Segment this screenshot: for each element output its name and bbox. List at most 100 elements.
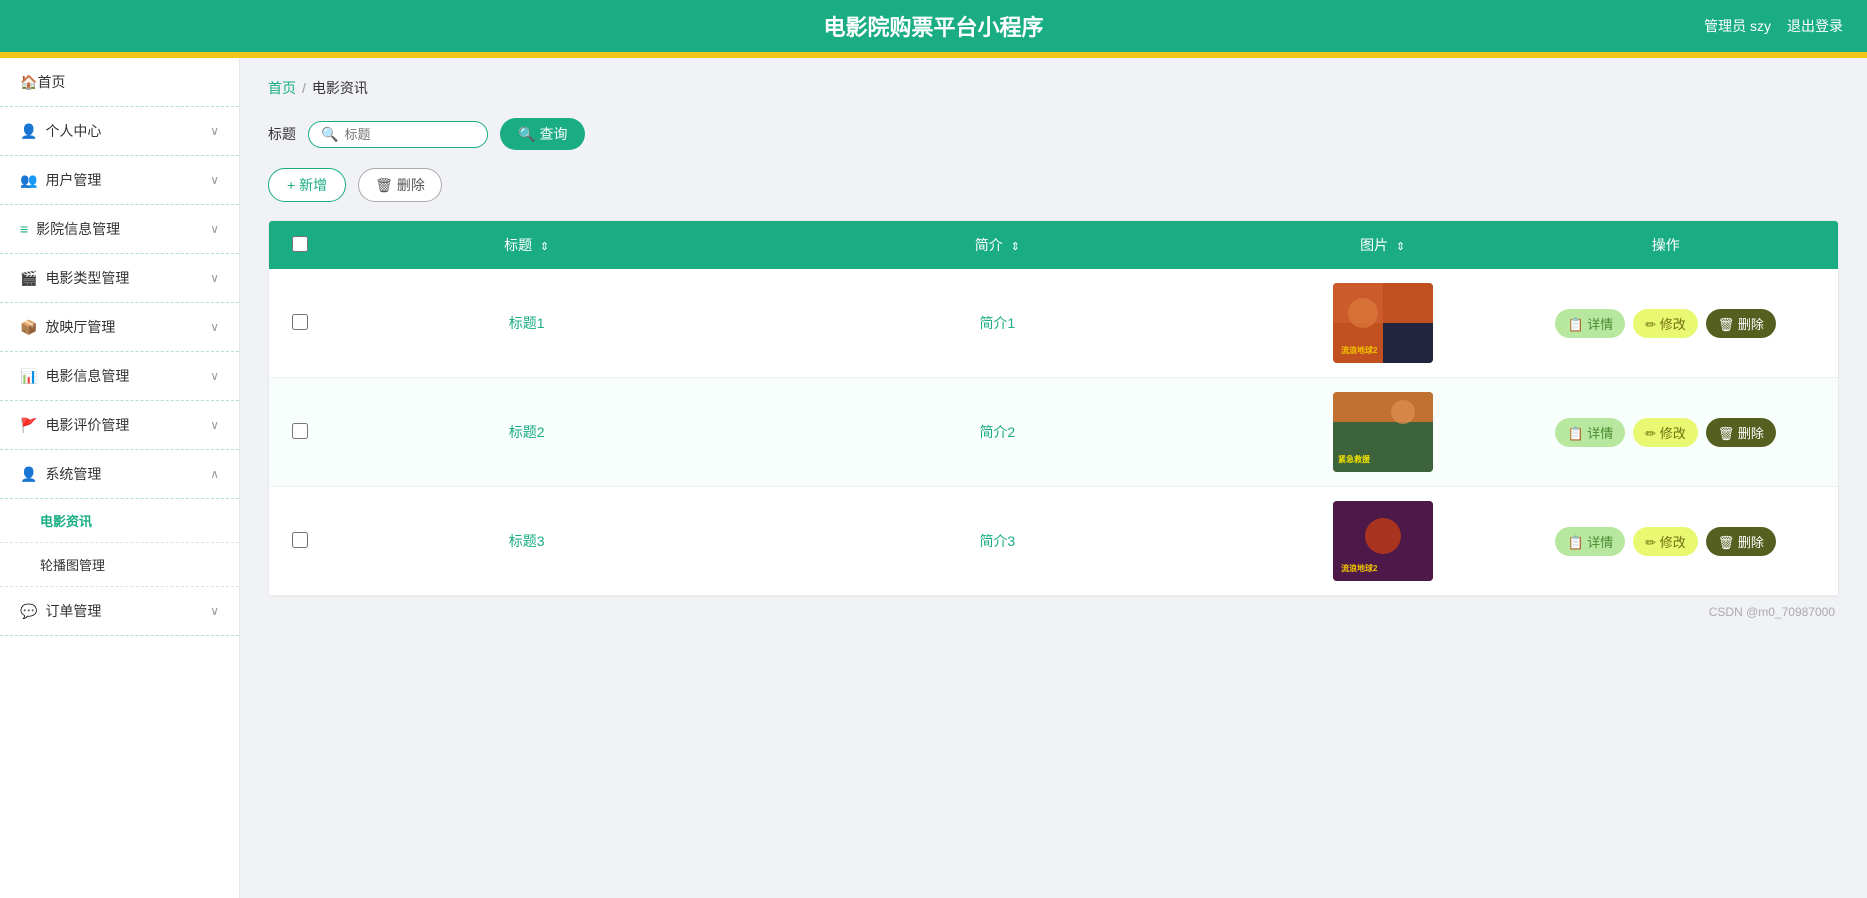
- sidebar-sys-label: 系统管理: [45, 464, 101, 484]
- sort-title-icon[interactable]: ⇕: [540, 241, 549, 253]
- row-checkbox-cell: [269, 487, 331, 596]
- row-title[interactable]: 标题3: [331, 487, 723, 596]
- svg-text:流浪地球2: 流浪地球2: [1341, 345, 1378, 355]
- breadcrumb-home[interactable]: 首页: [268, 78, 296, 98]
- row-actions: 📋 详情 ✏ 修改 🗑 删除: [1503, 418, 1828, 447]
- search-bar: 标题 🔍 🔍 查询: [268, 118, 1839, 150]
- delete-button[interactable]: 🗑 删除: [1706, 309, 1776, 338]
- sidebar-movie-type-label: 电影类型管理: [45, 268, 129, 288]
- th-title-label: 标题: [504, 237, 532, 253]
- row-img-cell: 紧急救援: [1272, 378, 1494, 487]
- sidebar: 🏠 首页 👤 个人中心 ∨ 👥 用户管理 ∨ ≡ 影院信息管理 ∨: [0, 58, 240, 898]
- cinema-icon: ≡: [20, 221, 28, 237]
- chevron-down-icon-2: ∨: [210, 173, 219, 187]
- sidebar-item-order-mgmt[interactable]: 💬 订单管理 ∨: [0, 587, 239, 636]
- sidebar-item-cinema-mgmt[interactable]: ≡ 影院信息管理 ∨: [0, 205, 239, 254]
- row-title[interactable]: 标题2: [331, 378, 723, 487]
- chevron-down-icon-4: ∨: [210, 271, 219, 285]
- detail-button[interactable]: 📋 详情: [1555, 309, 1625, 338]
- main-content: 首页 / 电影资讯 标题 🔍 🔍 查询 + 新增 🗑 删除: [240, 58, 1867, 898]
- batch-delete-label: 删除: [397, 175, 425, 195]
- row-img-cell: 流浪地球2: [1272, 487, 1494, 596]
- row-checkbox-cell: [269, 378, 331, 487]
- delete-button[interactable]: 🗑 删除: [1706, 418, 1776, 447]
- movie-info-icon: 📊: [20, 368, 37, 385]
- detail-icon: 📋: [1567, 317, 1583, 332]
- app-title: 电影院购票平台小程序: [823, 10, 1043, 42]
- del-icon: 🗑: [1718, 317, 1735, 332]
- search-icon: 🔍: [321, 126, 338, 143]
- search-input-wrap: 🔍: [308, 121, 488, 148]
- personal-icon: 👤: [20, 123, 37, 140]
- chevron-down-icon-5: ∨: [210, 320, 219, 334]
- detail-button[interactable]: 📋 详情: [1555, 527, 1625, 556]
- banner-mgmt-label: 轮播图管理: [40, 558, 105, 573]
- sidebar-cinema-label: 影院信息管理: [36, 219, 120, 239]
- add-button[interactable]: + 新增: [268, 168, 346, 202]
- search-btn-label: 查询: [539, 124, 567, 144]
- sidebar-movie-info-label: 电影信息管理: [45, 366, 129, 386]
- delete-button[interactable]: 🗑 删除: [1706, 527, 1776, 556]
- sidebar-sub-movie-news[interactable]: 电影资讯: [0, 499, 239, 543]
- table-row: 标题2 简介2 紧急救援: [269, 378, 1838, 487]
- row-checkbox[interactable]: [292, 423, 308, 439]
- sidebar-item-movie-review[interactable]: 🚩 电影评价管理 ∨: [0, 401, 239, 450]
- breadcrumb: 首页 / 电影资讯: [268, 78, 1839, 98]
- chevron-down-icon-3: ∨: [210, 222, 219, 236]
- sidebar-item-movie-type[interactable]: 🎬 电影类型管理 ∨: [0, 254, 239, 303]
- row-thumbnail: 紧急救援: [1333, 392, 1433, 472]
- sidebar-item-user-mgmt[interactable]: 👥 用户管理 ∨: [0, 156, 239, 205]
- sidebar-item-movie-info[interactable]: 📊 电影信息管理 ∨: [0, 352, 239, 401]
- sidebar-review-label: 电影评价管理: [45, 415, 129, 435]
- sidebar-item-home[interactable]: 🏠 首页: [0, 58, 239, 107]
- sidebar-item-personal[interactable]: 👤 个人中心 ∨: [0, 107, 239, 156]
- search-input[interactable]: [344, 127, 454, 142]
- edit-button[interactable]: ✏ 修改: [1633, 527, 1698, 556]
- sidebar-home-label: 首页: [37, 72, 65, 92]
- order-icon: 💬: [20, 603, 37, 620]
- th-desc-label: 简介: [975, 237, 1003, 253]
- sidebar-order-label: 订单管理: [45, 601, 101, 621]
- row-actions: 📋 详情 ✏ 修改 🗑 删除: [1503, 527, 1828, 556]
- chevron-down-icon-6: ∨: [210, 369, 219, 383]
- sidebar-item-hall-mgmt[interactable]: 📦 放映厅管理 ∨: [0, 303, 239, 352]
- detail-button[interactable]: 📋 详情: [1555, 418, 1625, 447]
- chevron-down-icon-8: ∨: [210, 604, 219, 618]
- logout-button[interactable]: 退出登录: [1787, 16, 1843, 36]
- sidebar-user-mgmt-label: 用户管理: [45, 170, 101, 190]
- users-icon: 👥: [20, 172, 37, 189]
- th-img: 图片 ⇕: [1272, 221, 1494, 269]
- row-checkbox[interactable]: [292, 532, 308, 548]
- chevron-down-icon-7: ∨: [210, 418, 219, 432]
- movie-type-icon: 🎬: [20, 270, 37, 287]
- sidebar-item-sys-mgmt[interactable]: 👤 系统管理 ∧: [0, 450, 239, 499]
- batch-delete-button[interactable]: 🗑 删除: [358, 168, 442, 202]
- th-checkbox[interactable]: [269, 221, 331, 269]
- row-title[interactable]: 标题1: [331, 269, 723, 378]
- search-button[interactable]: 🔍 查询: [500, 118, 585, 150]
- breadcrumb-sep: /: [302, 80, 306, 96]
- edit-button[interactable]: ✏ 修改: [1633, 309, 1698, 338]
- row-thumbnail: 流浪地球2: [1333, 283, 1433, 363]
- sort-desc-icon[interactable]: ⇕: [1011, 241, 1020, 253]
- svg-text:流浪地球2: 流浪地球2: [1341, 563, 1378, 573]
- sidebar-hall-label: 放映厅管理: [45, 317, 115, 337]
- admin-label: 管理员 szy: [1704, 16, 1771, 36]
- chevron-down-icon: ∨: [210, 124, 219, 138]
- del-icon: 🗑: [1718, 535, 1735, 550]
- sort-img-icon[interactable]: ⇕: [1396, 241, 1405, 253]
- search-label: 标题: [268, 124, 296, 144]
- row-actions: 📋 详情 ✏ 修改 🗑 删除: [1503, 309, 1828, 338]
- hall-icon: 📦: [20, 319, 37, 336]
- sidebar-sub-banner-mgmt[interactable]: 轮播图管理: [0, 543, 239, 587]
- detail-icon: 📋: [1567, 535, 1583, 550]
- del-icon: 🗑: [1718, 426, 1735, 441]
- edit-button[interactable]: ✏ 修改: [1633, 418, 1698, 447]
- table-row: 标题1 简介1 流浪地球2: [269, 269, 1838, 378]
- row-checkbox-cell: [269, 269, 331, 378]
- row-checkbox[interactable]: [292, 314, 308, 330]
- select-all-checkbox[interactable]: [292, 236, 308, 252]
- row-desc: 简介2: [723, 378, 1272, 487]
- row-img-cell: 流浪地球2: [1272, 269, 1494, 378]
- edit-icon: ✏: [1645, 535, 1656, 550]
